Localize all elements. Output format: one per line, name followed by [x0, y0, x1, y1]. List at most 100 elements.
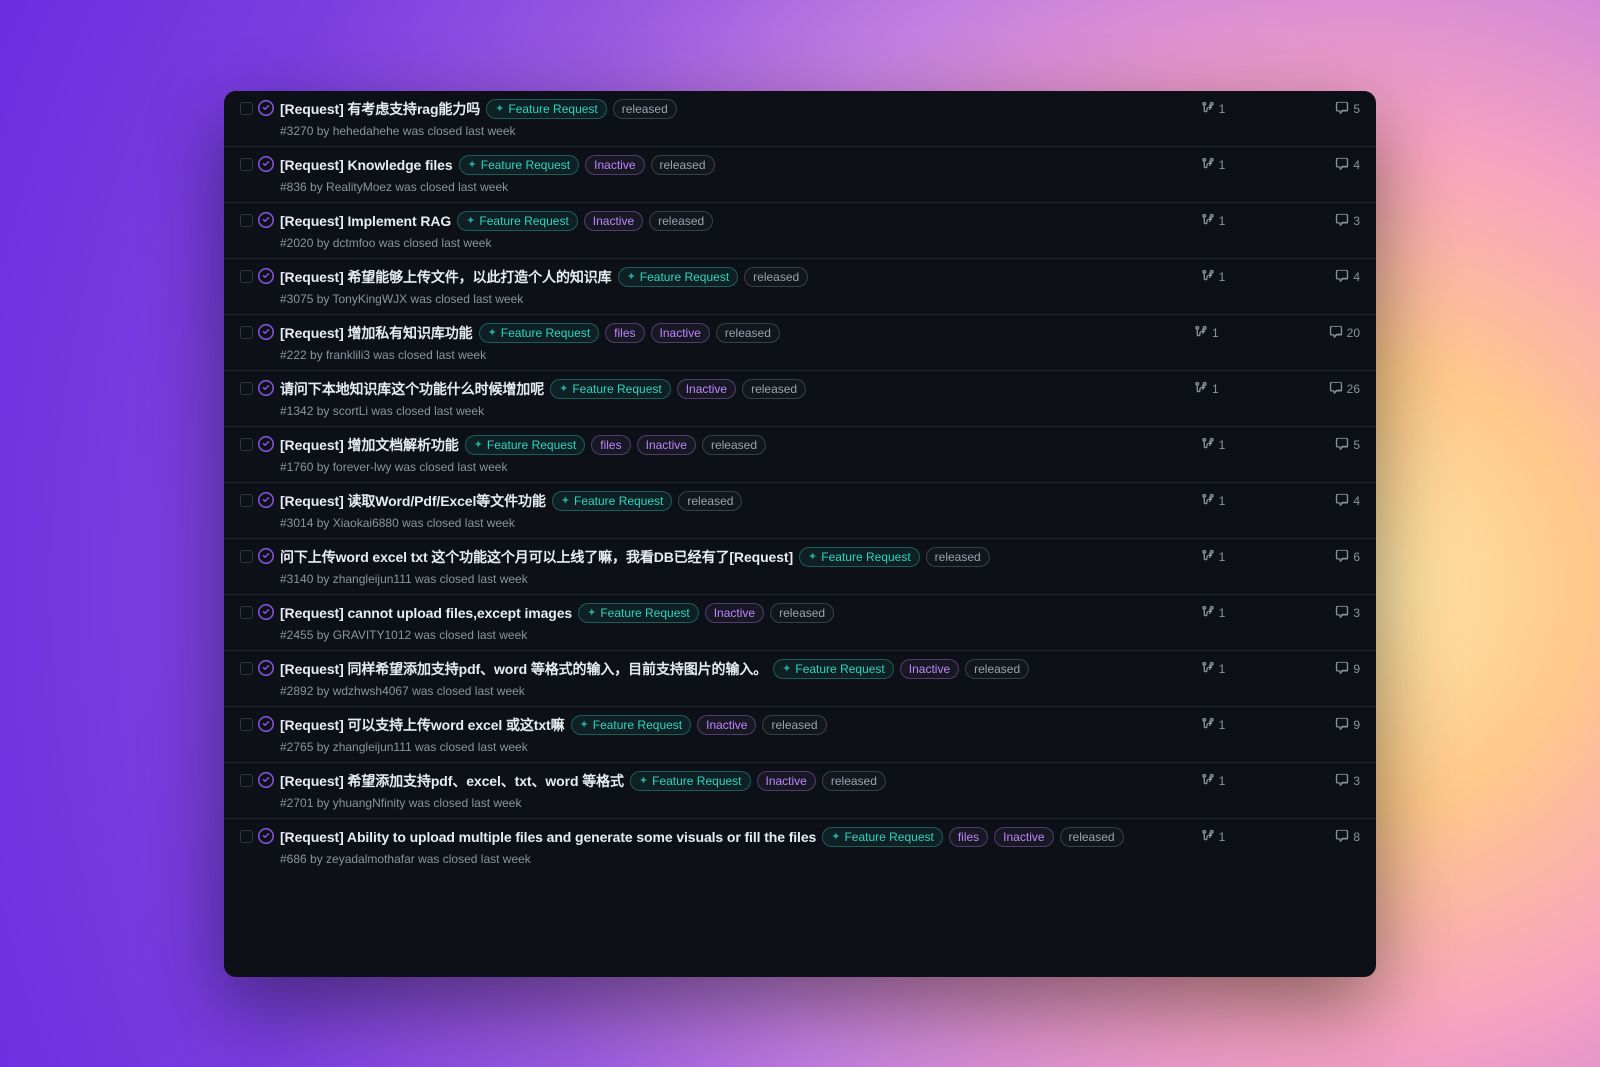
comments-badge[interactable]: 3 [1335, 773, 1360, 790]
issue-title[interactable]: [Request] 增加私有知识库功能 [280, 323, 473, 344]
linked-pr-badge[interactable]: 1 [1194, 325, 1219, 342]
label-inactive[interactable]: Inactive [677, 379, 736, 399]
pr-count: 1 [1219, 662, 1226, 676]
issue-title[interactable]: [Request] 可以支持上传word excel 或这txt嘛 [280, 715, 565, 736]
comments-badge[interactable]: 3 [1335, 605, 1360, 622]
linked-pr-badge[interactable]: 1 [1201, 661, 1226, 678]
issue-title[interactable]: [Request] 希望添加支持pdf、excel、txt、word 等格式 [280, 771, 624, 792]
linked-pr-badge[interactable]: 1 [1194, 381, 1219, 398]
issue-title[interactable]: [Request] 读取Word/Pdf/Excel等文件功能 [280, 491, 546, 512]
label-inactive[interactable]: Inactive [757, 771, 816, 791]
label-released[interactable]: released [770, 603, 834, 623]
comments-badge[interactable]: 4 [1335, 157, 1360, 174]
comments-badge[interactable]: 3 [1335, 213, 1360, 230]
label-released[interactable]: released [744, 267, 808, 287]
linked-pr-badge[interactable]: 1 [1201, 101, 1226, 118]
comments-badge[interactable]: 9 [1335, 717, 1360, 734]
label-released[interactable]: released [716, 323, 780, 343]
select-checkbox[interactable] [240, 774, 253, 787]
label-feature[interactable]: ✦Feature Request [552, 491, 673, 511]
select-checkbox[interactable] [240, 158, 253, 171]
label-inactive[interactable]: Inactive [637, 435, 696, 455]
label-feature[interactable]: ✦Feature Request [773, 659, 894, 679]
issue-title[interactable]: [Request] Implement RAG [280, 211, 451, 232]
label-inactive[interactable]: Inactive [994, 827, 1053, 847]
linked-pr-badge[interactable]: 1 [1201, 213, 1226, 230]
issue-title[interactable]: [Request] 希望能够上传文件，以此打造个人的知识库 [280, 267, 612, 288]
label-inactive[interactable]: Inactive [585, 155, 644, 175]
label-feature[interactable]: ✦Feature Request [618, 267, 739, 287]
comments-badge[interactable]: 5 [1335, 101, 1360, 118]
comments-badge[interactable]: 4 [1335, 493, 1360, 510]
linked-pr-badge[interactable]: 1 [1201, 157, 1226, 174]
select-checkbox[interactable] [240, 662, 253, 675]
comments-badge[interactable]: 26 [1329, 381, 1360, 398]
comments-badge[interactable]: 8 [1335, 829, 1360, 846]
label-released[interactable]: released [1060, 827, 1124, 847]
label-files[interactable]: files [949, 827, 988, 847]
label-released[interactable]: released [613, 99, 677, 119]
linked-pr-badge[interactable]: 1 [1201, 829, 1226, 846]
label-released[interactable]: released [702, 435, 766, 455]
issue-main: 问下上传word excel txt 这个功能这个月可以上线了嘛，我看DB已经有… [280, 547, 1170, 586]
select-checkbox[interactable] [240, 438, 253, 451]
label-inactive[interactable]: Inactive [651, 323, 710, 343]
label-feature[interactable]: ✦Feature Request [571, 715, 692, 735]
select-checkbox[interactable] [240, 102, 253, 115]
issue-title[interactable]: 请问下本地知识库这个功能什么时候增加呢 [280, 379, 544, 400]
linked-pr-badge[interactable]: 1 [1201, 437, 1226, 454]
label-released[interactable]: released [762, 715, 826, 735]
select-checkbox[interactable] [240, 830, 253, 843]
label-feature[interactable]: ✦Feature Request [630, 771, 751, 791]
label-feature[interactable]: ✦Feature Request [465, 435, 586, 455]
comments-badge[interactable]: 5 [1335, 437, 1360, 454]
label-released[interactable]: released [965, 659, 1029, 679]
linked-pr-badge[interactable]: 1 [1201, 493, 1226, 510]
label-feature[interactable]: ✦Feature Request [459, 155, 580, 175]
label-feature[interactable]: ✦Feature Request [799, 547, 920, 567]
select-checkbox[interactable] [240, 214, 253, 227]
comments-badge[interactable]: 6 [1335, 549, 1360, 566]
label-released[interactable]: released [822, 771, 886, 791]
label-released[interactable]: released [649, 211, 713, 231]
label-feature[interactable]: ✦Feature Request [479, 323, 600, 343]
label-feature[interactable]: ✦Feature Request [457, 211, 578, 231]
issue-title[interactable]: [Request] cannot upload files,except ima… [280, 603, 572, 624]
linked-pr-badge[interactable]: 1 [1201, 605, 1226, 622]
comments-badge[interactable]: 4 [1335, 269, 1360, 286]
issue-title[interactable]: [Request] 增加文档解析功能 [280, 435, 459, 456]
label-released[interactable]: released [651, 155, 715, 175]
select-checkbox[interactable] [240, 382, 253, 395]
label-inactive[interactable]: Inactive [705, 603, 764, 623]
label-feature[interactable]: ✦Feature Request [578, 603, 699, 623]
comments-badge[interactable]: 9 [1335, 661, 1360, 678]
linked-pr-badge[interactable]: 1 [1201, 717, 1226, 734]
linked-pr-badge[interactable]: 1 [1201, 269, 1226, 286]
select-checkbox[interactable] [240, 718, 253, 731]
select-checkbox[interactable] [240, 606, 253, 619]
comments-badge[interactable]: 20 [1329, 325, 1360, 342]
select-checkbox[interactable] [240, 326, 253, 339]
label-inactive[interactable]: Inactive [900, 659, 959, 679]
issue-title[interactable]: [Request] Ability to upload multiple fil… [280, 827, 816, 848]
label-feature[interactable]: ✦Feature Request [550, 379, 671, 399]
label-inactive[interactable]: Inactive [584, 211, 643, 231]
select-checkbox[interactable] [240, 550, 253, 563]
label-released[interactable]: released [742, 379, 806, 399]
linked-pr-badge[interactable]: 1 [1201, 549, 1226, 566]
select-checkbox[interactable] [240, 270, 253, 283]
title-line: 请问下本地知识库这个功能什么时候增加呢 ✦Feature Request Inac… [280, 379, 1158, 400]
label-files[interactable]: files [591, 435, 630, 455]
label-released[interactable]: released [926, 547, 990, 567]
label-feature[interactable]: ✦Feature Request [486, 99, 607, 119]
label-released[interactable]: released [678, 491, 742, 511]
issue-title[interactable]: 问下上传word excel txt 这个功能这个月可以上线了嘛，我看DB已经有… [280, 547, 793, 568]
label-inactive[interactable]: Inactive [697, 715, 756, 735]
linked-pr-badge[interactable]: 1 [1201, 773, 1226, 790]
issue-title[interactable]: [Request] 有考虑支持rag能力吗 [280, 99, 480, 120]
label-feature[interactable]: ✦Feature Request [822, 827, 943, 847]
label-files[interactable]: files [605, 323, 644, 343]
issue-title[interactable]: [Request] 同样希望添加支持pdf、word 等格式的输入，目前支持图片… [280, 659, 767, 680]
select-checkbox[interactable] [240, 494, 253, 507]
issue-title[interactable]: [Request] Knowledge files [280, 155, 453, 176]
